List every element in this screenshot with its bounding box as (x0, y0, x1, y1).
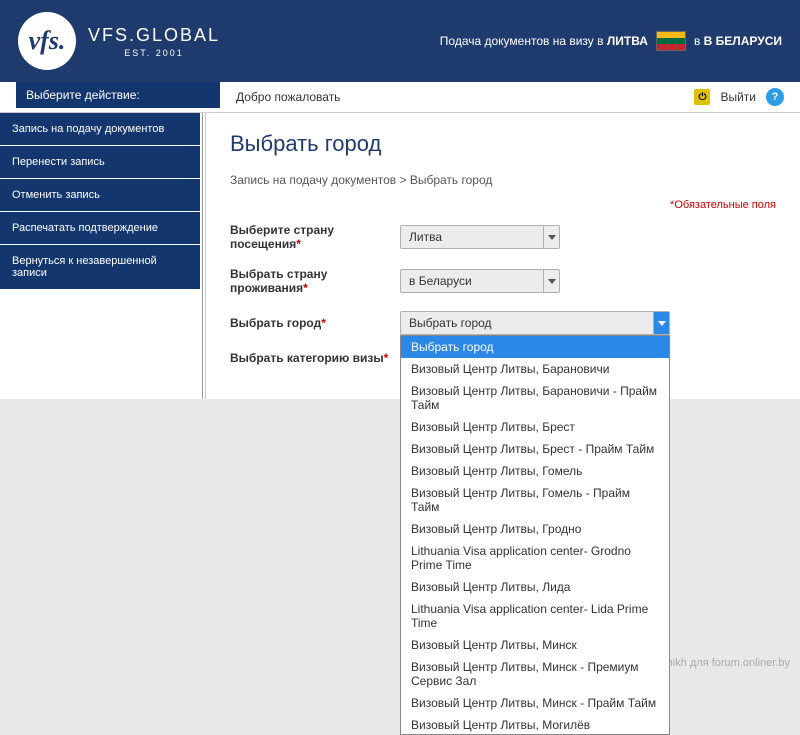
content-area: Запись на подачу документов Перенести за… (0, 113, 800, 399)
chevron-down-icon (653, 312, 669, 334)
breadcrumb-separator: > (396, 173, 410, 187)
dropdown-option[interactable]: Визовый Центр Литвы, Барановичи - Прайм … (401, 380, 669, 416)
brand-text-block: VFS.GLOBAL EST. 2001 (88, 25, 220, 58)
brand-name: VFS.GLOBAL (88, 25, 220, 46)
page-title: Выбрать город (230, 131, 776, 157)
dropdown-option[interactable]: Lithuania Visa application center- Lida … (401, 598, 669, 634)
dropdown-option[interactable]: Визовый Центр Литвы, Барановичи (401, 358, 669, 380)
sidebar-item-cancel[interactable]: Отменить запись (0, 179, 200, 212)
select-residence-value: в Беларуси (409, 274, 472, 288)
label-category: Выбрать категорию визы* (230, 351, 400, 365)
dropdown-option[interactable]: Визовый Центр Литвы, Могилёв (401, 714, 669, 735)
dropdown-option[interactable]: Визовый Центр Литвы, Минск - Премиум Сер… (401, 656, 669, 692)
sidebar-item-reschedule[interactable]: Перенести запись (0, 146, 200, 179)
dropdown-option[interactable]: Визовый Центр Литвы, Лида (401, 576, 669, 598)
row-visit-country: Выберите страну посещения* Литва (230, 223, 776, 251)
visa-label: Подача документов на визу в ЛИТВА (440, 34, 648, 48)
help-icon[interactable]: ? (766, 88, 784, 106)
sidebar: Запись на подачу документов Перенести за… (0, 113, 200, 399)
select-residence[interactable]: в Беларуси (400, 269, 560, 293)
brand-logo-text: vfs. (29, 26, 66, 56)
required-note: *Обязательные поля (230, 199, 776, 211)
top-right-info: Подача документов на визу в ЛИТВА в В БЕ… (440, 31, 782, 51)
select-city-wrap: Выбрать город Выбрать городВизовый Центр… (400, 311, 670, 335)
brand-est: EST. 2001 (88, 48, 220, 58)
breadcrumb-current: Выбрать город (410, 173, 493, 187)
dropdown-option[interactable]: Визовый Центр Литвы, Гомель - Прайм Тайм (401, 482, 669, 518)
label-city: Выбрать город* (230, 316, 400, 330)
app-window: vfs. VFS.GLOBAL EST. 2001 Подача докумен… (0, 0, 800, 399)
action-prompt: Выберите действие: (16, 82, 220, 108)
welcome-text: Добро пожаловать (236, 90, 340, 104)
dropdown-option[interactable]: Визовый Центр Литвы, Гродно (401, 518, 669, 540)
label-residence: Выбрать страну проживания* (230, 267, 400, 295)
breadcrumb: Запись на подачу документов > Выбрать го… (230, 173, 776, 187)
dropdown-option[interactable]: Визовый Центр Литвы, Минск - Прайм Тайм (401, 692, 669, 714)
select-visit-country[interactable]: Литва (400, 225, 560, 249)
brand-logo-icon: vfs. (18, 12, 76, 70)
select-visit-country-value: Литва (409, 230, 442, 244)
top-header: vfs. VFS.GLOBAL EST. 2001 Подача докумен… (0, 0, 800, 82)
row-residence: Выбрать страну проживания* в Беларуси (230, 267, 776, 295)
sidebar-item-schedule[interactable]: Запись на подачу документов (0, 113, 200, 146)
row-city: Выбрать город* Выбрать город Выбрать гор… (230, 311, 776, 335)
from-label: в В БЕЛАРУСИ (694, 34, 782, 48)
sidebar-item-print[interactable]: Распечатать подтверждение (0, 212, 200, 245)
logout-icon: ⏻ (694, 89, 710, 105)
chevron-down-icon (543, 270, 559, 292)
select-city[interactable]: Выбрать город (400, 311, 670, 335)
breadcrumb-parent[interactable]: Запись на подачу документов (230, 173, 396, 187)
dropdown-option[interactable]: Визовый Центр Литвы, Минск (401, 634, 669, 656)
select-city-value: Выбрать город (409, 316, 492, 330)
dropdown-option[interactable]: Визовый Центр Литвы, Брест (401, 416, 669, 438)
label-visit-country: Выберите страну посещения* (230, 223, 400, 251)
lithuania-flag-icon (656, 31, 686, 51)
content-divider (202, 113, 203, 399)
chevron-down-icon (543, 226, 559, 248)
dropdown-city[interactable]: Выбрать городВизовый Центр Литвы, Барано… (400, 335, 670, 735)
dropdown-option[interactable]: Визовый Центр Литвы, Гомель (401, 460, 669, 482)
dropdown-option[interactable]: Lithuania Visa application center- Grodn… (401, 540, 669, 576)
sidebar-item-resume[interactable]: Вернуться к незавершенной записи (0, 245, 200, 290)
dropdown-option[interactable]: Выбрать город (401, 336, 669, 358)
main-panel: Выбрать город Запись на подачу документо… (205, 113, 800, 399)
brand: vfs. VFS.GLOBAL EST. 2001 (18, 12, 220, 70)
user-bar: Выберите действие: Добро пожаловать ⏻ Вы… (0, 82, 800, 113)
logout-link[interactable]: Выйти (720, 90, 756, 104)
dropdown-option[interactable]: Визовый Центр Литвы, Брест - Прайм Тайм (401, 438, 669, 460)
